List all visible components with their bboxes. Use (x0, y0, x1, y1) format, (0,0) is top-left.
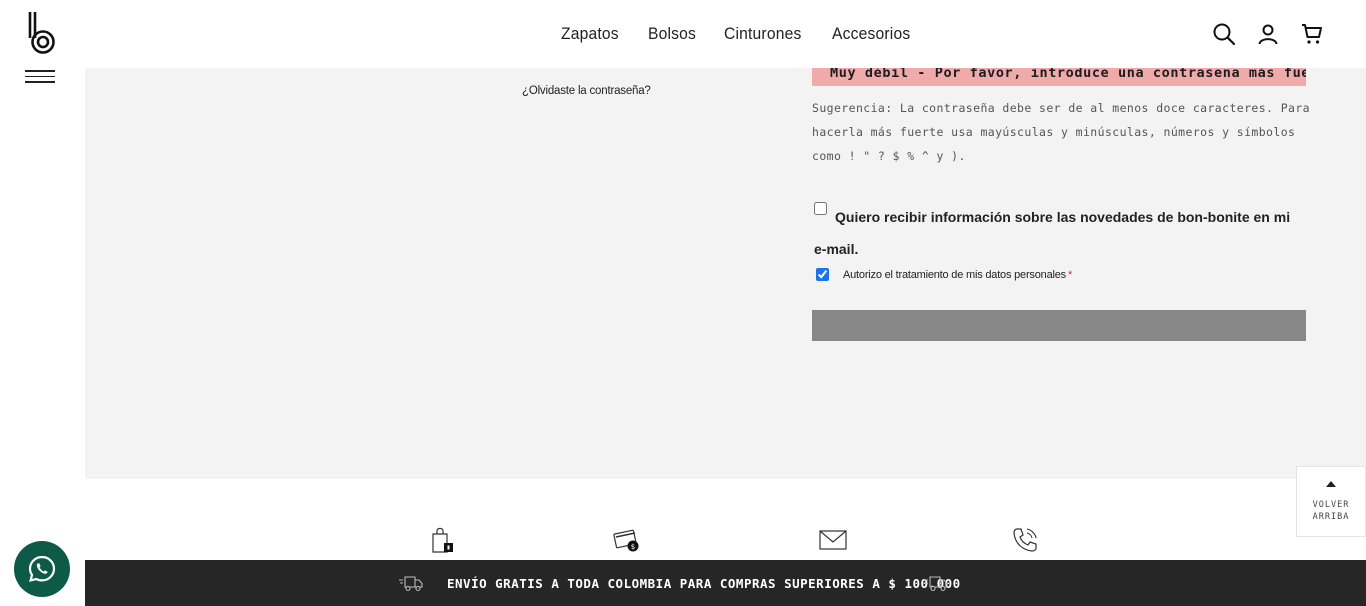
cart-icon[interactable] (1300, 22, 1324, 46)
newsletter-option[interactable]: Quiero recibir información sobre las nov… (814, 201, 1294, 265)
whatsapp-button[interactable] (14, 541, 70, 597)
privacy-consent-checkbox[interactable] (816, 268, 829, 281)
card-payment-icon: $ (613, 529, 639, 552)
free-shipping-text: ENVÍO GRATIS A TODA COLOMBIA PARA COMPRA… (447, 576, 961, 591)
privacy-consent-option[interactable]: Autorizo el tratamiento de mis datos per… (816, 268, 1072, 281)
newsletter-label: Quiero recibir información sobre las nov… (814, 209, 1291, 257)
brand-logo[interactable] (26, 10, 56, 54)
secure-bag-icon (432, 527, 453, 553)
register-submit-button[interactable] (812, 310, 1306, 341)
required-mark: * (1067, 268, 1073, 281)
search-icon[interactable] (1212, 22, 1236, 46)
delivery-truck-icon (924, 576, 948, 592)
password-hint: Sugerencia: La contraseña debe ser de al… (812, 101, 1311, 163)
nav-item-cinturones[interactable]: Cinturones (724, 24, 801, 44)
footer-features: $ (85, 479, 1366, 560)
back-to-top-button[interactable]: VOLVER ARRIBA (1296, 466, 1366, 537)
privacy-consent-label: Autorizo el tratamiento de mis datos per… (843, 268, 1066, 281)
main-nav: Zapatos Bolsos Cinturones Accesorios (561, 24, 917, 44)
nav-item-bolsos[interactable]: Bolsos (648, 24, 696, 44)
whatsapp-icon (28, 555, 56, 582)
account-forms-area: ¿Olvidaste la contraseña? Muy débil - Po… (85, 62, 1366, 479)
nav-item-zapatos[interactable]: Zapatos (561, 24, 619, 44)
nav-item-accesorios[interactable]: Accesorios (832, 24, 910, 44)
left-rail (0, 0, 85, 606)
forgot-password-link[interactable]: ¿Olvidaste la contraseña? (522, 85, 651, 97)
delivery-truck-icon (399, 576, 423, 592)
header: Zapatos Bolsos Cinturones Accesorios (85, 0, 1366, 68)
user-icon[interactable] (1256, 22, 1280, 46)
mail-icon (819, 530, 847, 550)
hamburger-menu-icon[interactable] (25, 70, 55, 84)
svg-text:$: $ (631, 543, 635, 551)
phone-icon (1013, 528, 1037, 552)
back-to-top-label: VOLVER ARRIBA (1312, 500, 1350, 522)
header-icons (1212, 22, 1324, 46)
newsletter-checkbox[interactable] (814, 202, 827, 215)
arrow-up-icon (1326, 481, 1336, 487)
free-shipping-bar: ENVÍO GRATIS A TODA COLOMBIA PARA COMPRA… (85, 560, 1366, 606)
